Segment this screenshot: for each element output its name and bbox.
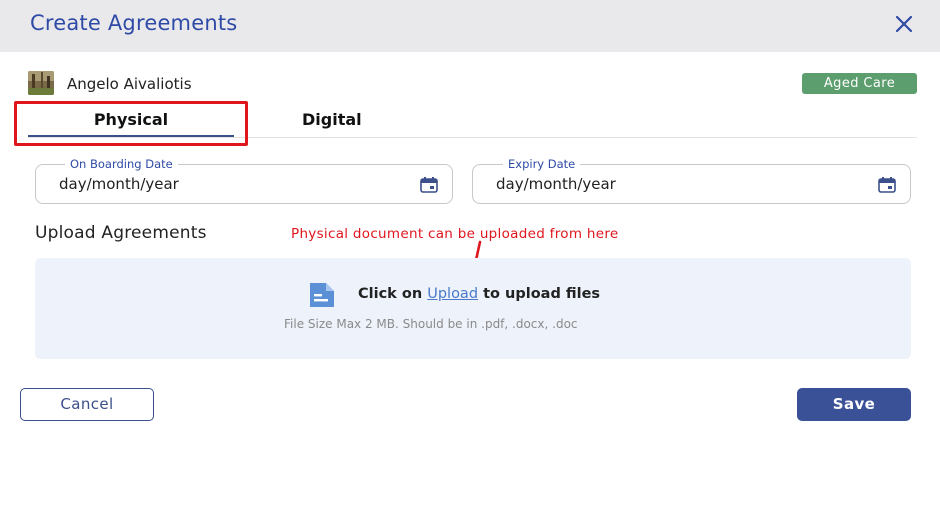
calendar-icon[interactable] (420, 177, 438, 193)
tab-physical[interactable]: Physical (28, 110, 234, 138)
onboarding-date-field[interactable]: On Boarding Date day/month/year (35, 157, 453, 204)
calendar-icon[interactable] (878, 177, 896, 193)
avatar (28, 71, 54, 95)
tab-digital[interactable]: Digital (302, 110, 362, 129)
user-name: Angelo Aivaliotis (67, 75, 192, 93)
save-button[interactable]: Save (797, 388, 911, 421)
upload-hint: File Size Max 2 MB. Should be in .pdf, .… (284, 317, 578, 331)
dialog-title: Create Agreements (30, 11, 238, 35)
onboarding-date-value[interactable]: day/month/year (59, 175, 179, 193)
upload-prefix: Click on (358, 286, 423, 302)
document-icon (310, 283, 334, 307)
expiry-date-value[interactable]: day/month/year (496, 175, 616, 193)
expiry-date-label: Expiry Date (503, 157, 581, 171)
status-badge: Aged Care (802, 73, 917, 94)
upload-dropzone[interactable]: Click on Upload to upload files File Siz… (35, 258, 911, 359)
expiry-date-field[interactable]: Expiry Date day/month/year (472, 157, 911, 204)
close-icon[interactable] (894, 14, 914, 34)
upload-instruction: Click on Upload to upload files (358, 286, 600, 302)
onboarding-date-label: On Boarding Date (65, 157, 178, 171)
annotation-text: Physical document can be uploaded from h… (291, 226, 619, 242)
upload-link[interactable]: Upload (427, 286, 478, 302)
upload-section-title: Upload Agreements (35, 223, 207, 243)
dialog-header: Create Agreements (0, 0, 940, 52)
active-tab-indicator (28, 135, 234, 137)
cancel-button[interactable]: Cancel (20, 388, 154, 421)
upload-suffix: to upload files (483, 286, 601, 302)
